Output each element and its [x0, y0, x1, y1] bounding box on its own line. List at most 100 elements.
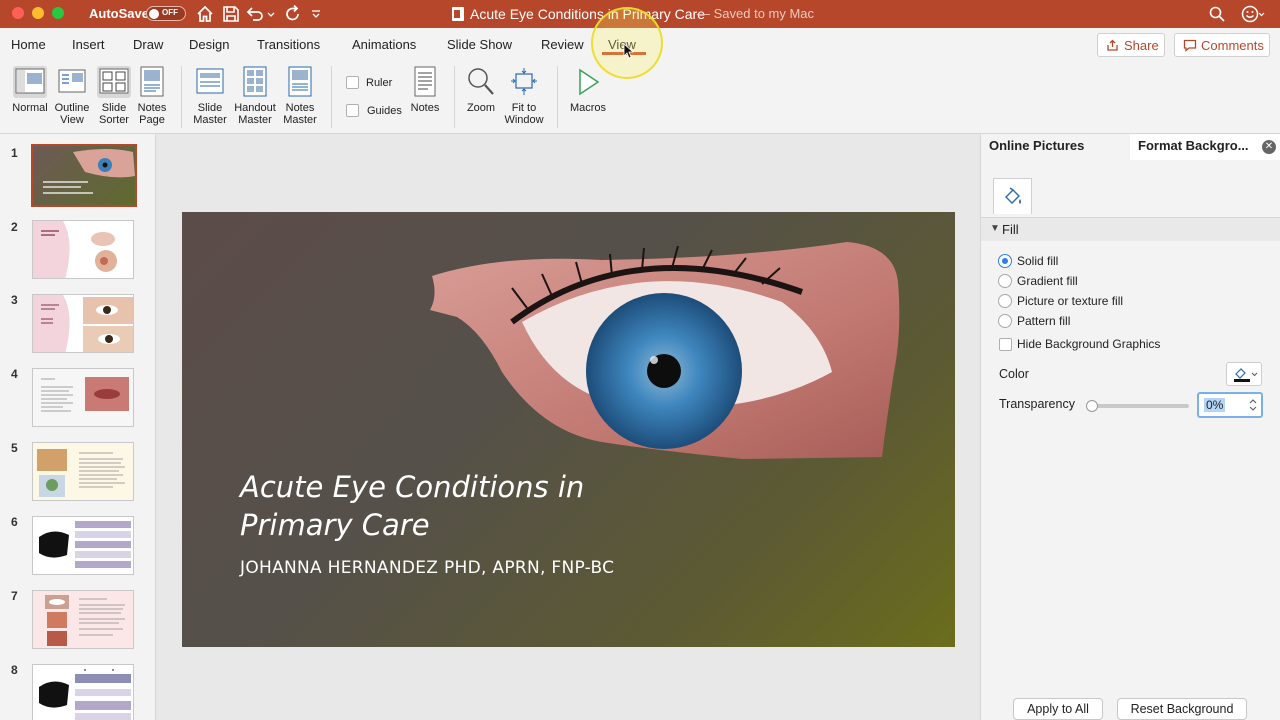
- normal-view-icon: [13, 66, 47, 98]
- notes-page-label: Notes Page: [137, 102, 167, 126]
- eyes-thumbnail-image: [33, 295, 133, 352]
- tab-home[interactable]: Home: [11, 37, 46, 52]
- tab-online-pictures[interactable]: Online Pictures: [989, 138, 1084, 153]
- slide-thumbnail-3[interactable]: [32, 294, 134, 353]
- handout-master-button[interactable]: Handout Master: [233, 66, 277, 126]
- reset-background-button[interactable]: Reset Background: [1117, 698, 1247, 720]
- ruler-checkbox[interactable]: [346, 76, 359, 89]
- feedback-smiley-icon[interactable]: [1240, 4, 1266, 24]
- tab-review[interactable]: Review: [541, 37, 584, 52]
- customize-toolbar-icon[interactable]: [309, 4, 323, 24]
- fit-to-window-icon: [511, 68, 537, 95]
- search-icon[interactable]: [1207, 4, 1227, 24]
- slide-number: 1: [11, 146, 18, 160]
- slide-number: 5: [11, 441, 18, 455]
- blepharitis-thumbnail-image: [33, 369, 133, 426]
- macros-play-icon: [579, 68, 600, 96]
- fit-to-window-button[interactable]: Fit to Window: [502, 66, 546, 126]
- hide-background-graphics-checkbox[interactable]: [999, 338, 1012, 351]
- close-pane-button[interactable]: ✕: [1262, 140, 1276, 154]
- fill-category-button[interactable]: [993, 178, 1032, 214]
- powerpoint-document-icon: [452, 7, 464, 21]
- pane-body: ▼ Fill Solid fill Gradient fill Picture …: [981, 160, 1280, 720]
- slide-thumbnail-1[interactable]: [31, 144, 137, 207]
- ribbon-divider: [181, 66, 182, 128]
- tab-format-background[interactable]: Format Backgro... ✕: [1130, 134, 1280, 160]
- notes-label: Notes: [410, 102, 440, 114]
- handout-master-label: Handout Master: [234, 102, 276, 126]
- comment-icon: [1183, 39, 1197, 52]
- tab-transitions[interactable]: Transitions: [257, 37, 320, 52]
- undo-dropdown-icon[interactable]: [265, 4, 277, 24]
- current-slide[interactable]: Acute Eye Conditions in Primary Care JOH…: [182, 212, 955, 647]
- notes-page-icon: [140, 66, 164, 97]
- anatomy-thumbnail-image: [33, 221, 117, 278]
- gradient-fill-radio[interactable]: [998, 274, 1012, 288]
- ribbon-divider: [557, 66, 558, 128]
- undo-icon[interactable]: [245, 4, 265, 24]
- normal-view-button[interactable]: Normal: [10, 66, 50, 114]
- slide-sorter-button[interactable]: Slide Sorter: [96, 66, 132, 126]
- outline-view-label: Outline View: [54, 102, 90, 126]
- notes-master-button[interactable]: Notes Master: [282, 66, 318, 126]
- format-background-pane: Online Pictures Format Backgro... ✕ ▼ Fi…: [980, 134, 1280, 720]
- tab-design[interactable]: Design: [189, 37, 229, 52]
- apply-to-all-button[interactable]: Apply to All: [1013, 698, 1103, 720]
- home-icon[interactable]: [195, 4, 215, 24]
- slide-thumbnail-8[interactable]: [32, 664, 134, 720]
- comments-label: Comments: [1201, 38, 1264, 53]
- stepper-arrows-icon[interactable]: [1249, 397, 1257, 413]
- tab-insert[interactable]: Insert: [72, 37, 105, 52]
- autosave-state: OFF: [162, 8, 178, 17]
- macros-button[interactable]: Macros: [568, 66, 608, 114]
- guides-label: Guides: [367, 105, 402, 117]
- autosave-knob: [149, 9, 159, 19]
- slide-subtitle-text[interactable]: JOHANNA HERNANDEZ PHD, APRN, FNP-BC: [240, 558, 614, 578]
- zoom-label: Zoom: [466, 102, 496, 114]
- outline-view-button[interactable]: Outline View: [52, 66, 92, 126]
- notes-button[interactable]: Notes: [408, 66, 442, 114]
- solid-fill-label: Solid fill: [1017, 254, 1059, 268]
- eye-close-up-image[interactable]: [182, 212, 955, 647]
- pattern-fill-label: Pattern fill: [1017, 314, 1071, 328]
- ruler-label: Ruler: [366, 77, 393, 89]
- notes-page-button[interactable]: Notes Page: [136, 66, 168, 126]
- save-icon[interactable]: [221, 4, 241, 24]
- cursor-highlight-ring: [591, 7, 663, 79]
- transparency-input[interactable]: 0%: [1197, 392, 1263, 418]
- pattern-fill-radio[interactable]: [998, 314, 1012, 328]
- guides-checkbox[interactable]: [346, 104, 359, 117]
- picture-texture-fill-radio[interactable]: [998, 294, 1012, 308]
- minimize-window-button[interactable]: [32, 7, 44, 19]
- tab-draw[interactable]: Draw: [133, 37, 163, 52]
- ribbon-divider: [454, 66, 455, 128]
- zoom-window-button[interactable]: [52, 7, 64, 19]
- slide-thumbnail-4[interactable]: [32, 368, 134, 427]
- slide-number: 6: [11, 515, 18, 529]
- share-label: Share: [1124, 38, 1159, 53]
- slide-master-label: Slide Master: [193, 102, 227, 126]
- powerpoint-window: AutoSave OFF Acute Eye Conditions in Pri…: [0, 0, 1280, 720]
- tab-animations[interactable]: Animations: [352, 37, 416, 52]
- transparency-slider-track[interactable]: [1089, 404, 1189, 408]
- share-button[interactable]: Share: [1097, 33, 1165, 57]
- slide-thumbnail-2[interactable]: [32, 220, 134, 279]
- slide-master-button[interactable]: Slide Master: [192, 66, 228, 126]
- color-picker-button[interactable]: [1226, 362, 1262, 386]
- close-window-button[interactable]: [12, 7, 24, 19]
- tab-slide-show[interactable]: Slide Show: [447, 37, 512, 52]
- redo-icon[interactable]: [283, 4, 303, 24]
- slide-thumbnail-6[interactable]: [32, 516, 134, 575]
- fill-section-header[interactable]: ▼ Fill: [981, 217, 1280, 241]
- assessment-thumbnail-image: [37, 449, 125, 497]
- document-save-status[interactable]: — Saved to my Mac: [697, 6, 814, 21]
- slide-title-text[interactable]: Acute Eye Conditions in Primary Care: [240, 468, 660, 544]
- slide-thumbnail-5[interactable]: [32, 442, 134, 501]
- solid-fill-radio[interactable]: [998, 254, 1012, 268]
- autosave-toggle[interactable]: OFF: [146, 6, 186, 21]
- comments-button[interactable]: Comments: [1174, 33, 1270, 57]
- slide-thumbnail-7[interactable]: [32, 590, 134, 649]
- slide-editing-canvas[interactable]: Acute Eye Conditions in Primary Care JOH…: [156, 134, 980, 720]
- transparency-slider-knob[interactable]: [1086, 400, 1098, 412]
- zoom-button[interactable]: Zoom: [462, 66, 500, 114]
